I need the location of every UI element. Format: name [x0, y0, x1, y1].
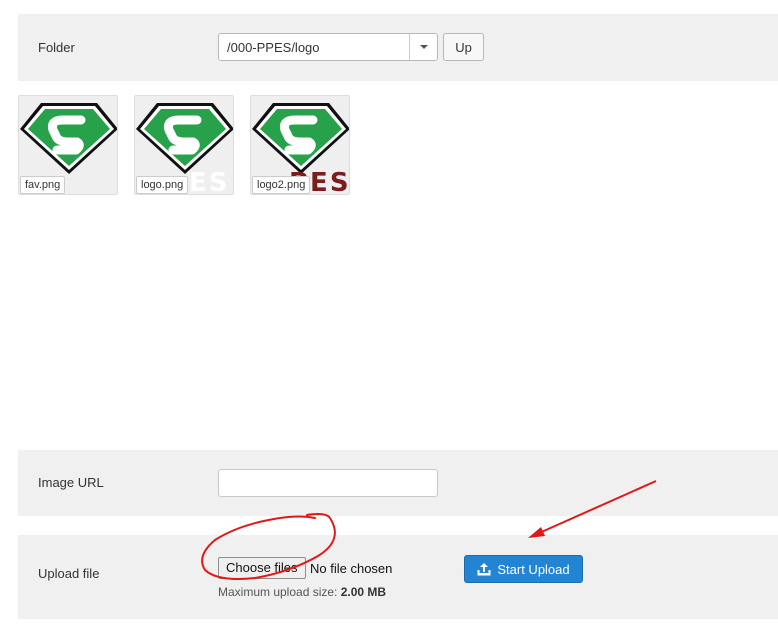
- upload-file-label: Upload file: [38, 566, 100, 581]
- superman-logo-icon: [252, 103, 349, 174]
- image-thumb-fav[interactable]: fav.png: [18, 95, 118, 195]
- image-thumb-logo[interactable]: ES logo.png: [134, 95, 234, 195]
- image-thumb-caption: fav.png: [20, 176, 66, 194]
- folder-dropdown-toggle[interactable]: [409, 34, 437, 60]
- file-status: No file chosen: [310, 561, 393, 576]
- start-upload-button[interactable]: Start Upload: [464, 555, 583, 583]
- folder-label: Folder: [38, 40, 75, 55]
- image-url-label: Image URL: [38, 475, 104, 490]
- image-thumb-caption: logo2.png: [252, 176, 311, 194]
- choose-files-button[interactable]: Choose files: [218, 557, 306, 579]
- superman-logo-icon: [20, 103, 117, 174]
- image-thumb-logo2[interactable]: PES logo2.png: [250, 95, 350, 195]
- max-upload-size: Maximum upload size: 2.00 MB: [218, 585, 386, 599]
- annotation-overlay: [201, 480, 657, 580]
- folder-panel: Folder /000-PPES/logo Up: [18, 14, 778, 81]
- logo-brand-text: ES: [189, 168, 230, 195]
- max-upload-size-label: Maximum upload size:: [218, 585, 338, 599]
- superman-logo-icon: [136, 103, 233, 174]
- upload-panel: Upload file Choose files No file chosen …: [18, 535, 778, 619]
- up-button[interactable]: Up: [443, 33, 484, 61]
- image-url-input[interactable]: [218, 469, 438, 497]
- upload-icon: [477, 562, 491, 575]
- start-upload-label: Start Upload: [497, 561, 570, 577]
- folder-select-value: /000-PPES/logo: [227, 40, 320, 55]
- image-url-panel: Image URL: [18, 450, 778, 516]
- image-thumb-caption: logo.png: [136, 176, 189, 194]
- caret-down-icon: [419, 45, 428, 49]
- max-upload-size-value: 2.00 MB: [340, 585, 387, 599]
- folder-select[interactable]: /000-PPES/logo: [218, 33, 438, 61]
